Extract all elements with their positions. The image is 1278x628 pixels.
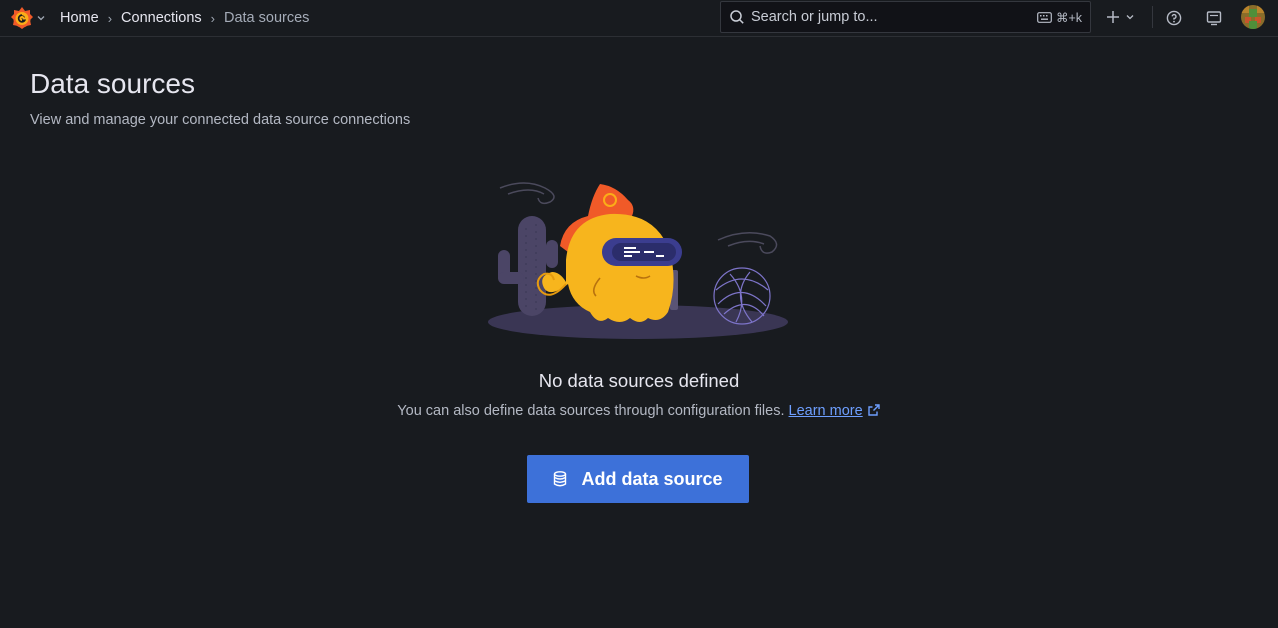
- new-menu-button[interactable]: [1101, 6, 1139, 28]
- breadcrumb: Home › Connections › Data sources: [60, 0, 309, 36]
- breadcrumb-home[interactable]: Home: [60, 10, 99, 26]
- learn-more-link[interactable]: Learn more: [789, 403, 881, 419]
- breadcrumb-data-sources: Data sources: [223, 10, 310, 26]
- chevron-right-icon: ›: [210, 10, 215, 26]
- empty-state-mascot-illustration: [488, 182, 788, 339]
- news-button[interactable]: [1202, 6, 1226, 30]
- toolbar-divider: [1152, 6, 1153, 28]
- external-link-icon: [867, 404, 880, 416]
- chevron-down-icon: [37, 13, 45, 23]
- avatar[interactable]: [1241, 5, 1265, 29]
- breadcrumb-connections[interactable]: Connections: [121, 10, 202, 26]
- empty-state-description-text: You can also define data sources through…: [397, 403, 785, 419]
- news-icon: [1206, 11, 1222, 26]
- search-placeholder: Search or jump to...: [751, 9, 878, 25]
- grafana-logo-icon: [11, 7, 33, 29]
- plus-icon: [1106, 11, 1119, 23]
- search-icon: [730, 10, 744, 24]
- grafana-menu-button[interactable]: [10, 5, 46, 31]
- search-shortcut: ⌘+k: [1037, 10, 1082, 25]
- empty-state-description: You can also define data sources through…: [0, 403, 1278, 419]
- help-icon: [1166, 10, 1182, 26]
- chevron-right-icon: ›: [107, 10, 113, 26]
- empty-state-title: No data sources defined: [538, 370, 740, 391]
- learn-more-label: Learn more: [788, 403, 863, 419]
- add-data-source-button[interactable]: Add data source: [527, 455, 749, 503]
- add-data-source-label: Add data source: [581, 468, 723, 489]
- database-icon: [553, 471, 567, 487]
- chevron-down-icon: [1126, 15, 1133, 20]
- shortcut-label: ⌘+k: [1055, 11, 1082, 25]
- page-title: Data sources: [30, 68, 195, 99]
- top-navigation-bar: Home › Connections › Data sources Search…: [0, 0, 1278, 37]
- keyboard-icon: [1037, 12, 1052, 23]
- search-input[interactable]: Search or jump to... ⌘+k: [720, 1, 1091, 33]
- page-subtitle: View and manage your connected data sour…: [30, 112, 411, 128]
- user-avatar-icon: [1241, 5, 1265, 29]
- help-button[interactable]: [1162, 6, 1186, 30]
